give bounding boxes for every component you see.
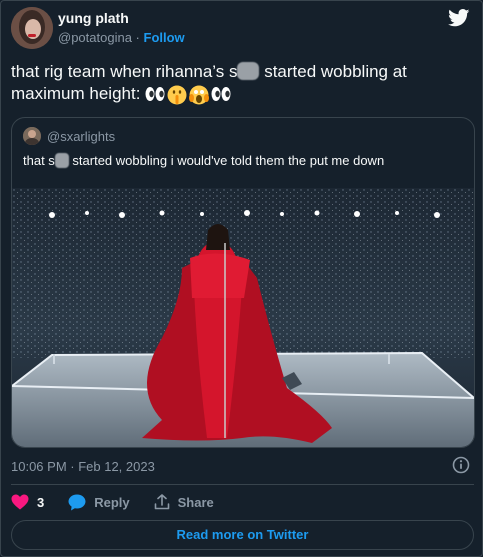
tweet-text: that rig team when rihanna’s s started w… bbox=[11, 61, 466, 105]
action-bar: 3 Reply Share bbox=[11, 492, 238, 512]
handle-separator: · bbox=[135, 30, 140, 45]
emoji-row bbox=[145, 85, 231, 105]
quoted-text-part2: started wobbling i would've told them th… bbox=[68, 153, 385, 168]
author-avatar[interactable] bbox=[11, 7, 53, 49]
share-upload-icon bbox=[154, 494, 169, 510]
like-button[interactable]: 3 bbox=[11, 494, 44, 510]
read-more-button[interactable]: Read more on Twitter bbox=[11, 520, 474, 550]
tweet-media-image[interactable] bbox=[12, 188, 474, 447]
twitter-bird-icon[interactable] bbox=[448, 9, 470, 27]
info-icon[interactable] bbox=[452, 456, 470, 474]
quoted-text: that s started wobbling i would've told … bbox=[23, 153, 384, 168]
tweet-card: yung plath @potatogina · Follow that rig… bbox=[0, 0, 483, 557]
share-button[interactable]: Share bbox=[154, 494, 214, 510]
author-name[interactable]: yung plath bbox=[58, 10, 129, 26]
share-label: Share bbox=[177, 494, 214, 510]
divider bbox=[11, 484, 474, 485]
heart-icon bbox=[11, 494, 29, 510]
censor-blur bbox=[237, 62, 260, 80]
quoted-author-avatar bbox=[23, 127, 41, 145]
reply-bubble-icon bbox=[68, 494, 86, 510]
quoted-author-handle: @sxarlights bbox=[47, 129, 116, 144]
tweet-timestamp[interactable]: 10:06 PM · Feb 12, 2023 bbox=[11, 459, 155, 474]
author-handle[interactable]: @potatogina bbox=[58, 30, 132, 45]
follow-button[interactable]: Follow bbox=[144, 30, 185, 45]
like-count: 3 bbox=[37, 494, 45, 510]
eyes-emoji-icon bbox=[145, 87, 165, 101]
screaming-face-emoji-icon bbox=[189, 85, 210, 105]
author-handle-row: @potatogina · Follow bbox=[58, 30, 185, 45]
quoted-tweet[interactable]: @sxarlights that s started wobbling i wo… bbox=[11, 117, 475, 448]
reply-label: Reply bbox=[94, 494, 130, 510]
reply-button[interactable]: Reply bbox=[68, 494, 130, 511]
eyes-emoji-icon bbox=[211, 87, 231, 101]
censor-blur bbox=[54, 153, 69, 168]
quoted-text-part1: that s bbox=[23, 153, 55, 168]
shushing-face-emoji-icon bbox=[167, 85, 187, 105]
tweet-text-part1: that rig team when rihanna’s s bbox=[11, 62, 238, 81]
